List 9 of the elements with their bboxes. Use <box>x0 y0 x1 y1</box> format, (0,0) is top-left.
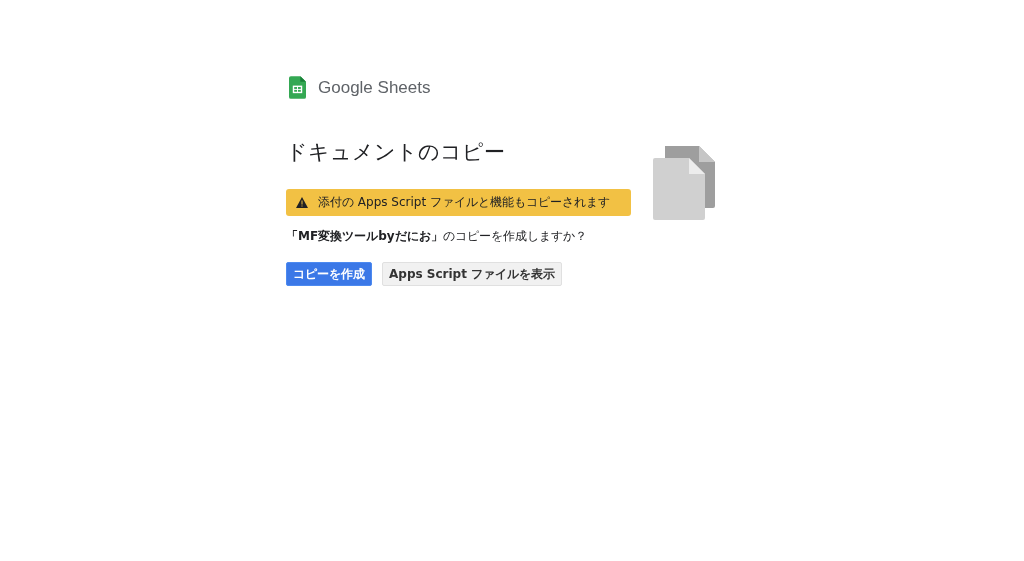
make-copy-button[interactable]: コピーを作成 <box>286 262 372 286</box>
warning-icon <box>296 197 308 208</box>
copy-question: 「MF変換ツールbyだにお」のコピーを作成しますか？ <box>286 228 588 245</box>
warning-text: 添付の Apps Script ファイルと機能もコピーされます <box>318 194 610 211</box>
sheets-logo-icon <box>289 76 306 99</box>
view-script-button[interactable]: Apps Script ファイルを表示 <box>382 262 563 286</box>
product-name: Google Sheets <box>318 77 431 98</box>
page-title: ドキュメントのコピー <box>286 139 506 165</box>
documents-icon <box>653 146 715 220</box>
